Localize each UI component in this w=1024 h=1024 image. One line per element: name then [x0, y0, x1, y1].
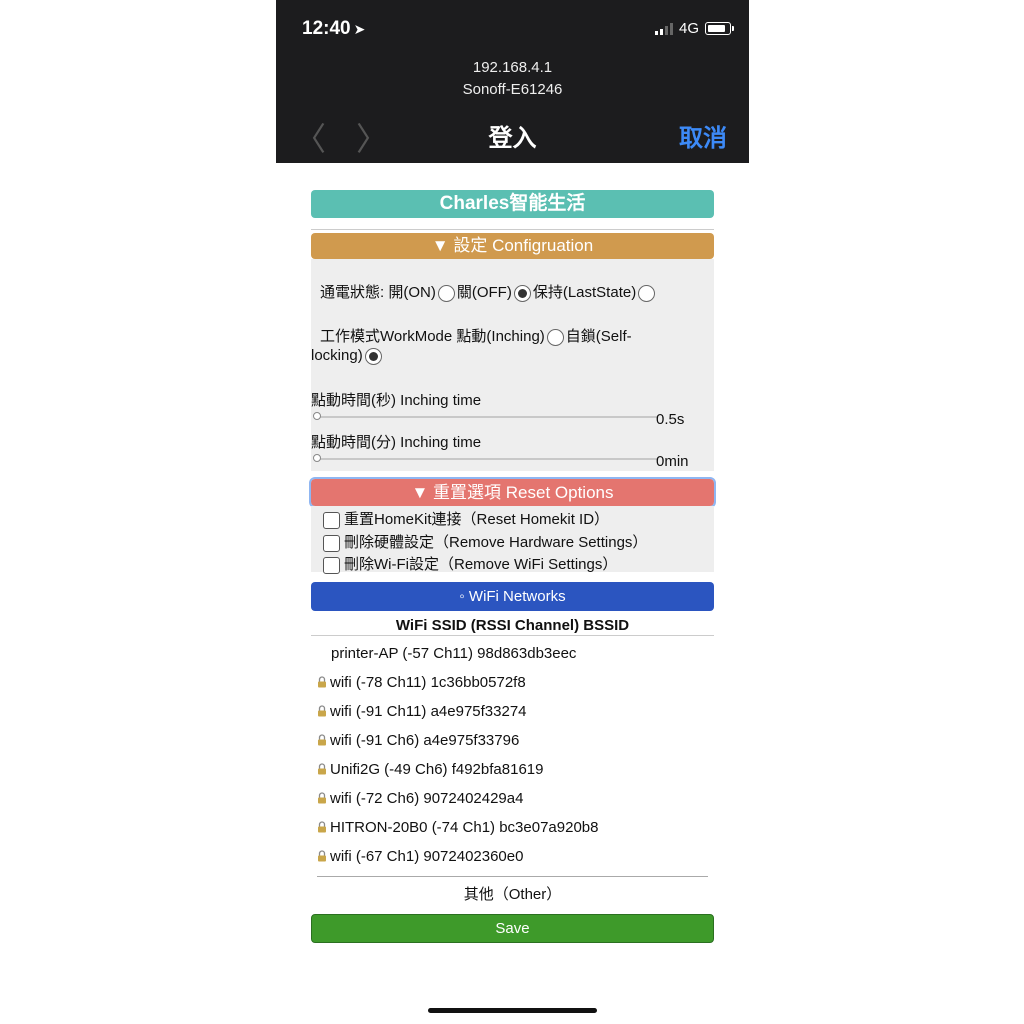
time-text: 12:40 — [302, 18, 351, 39]
lock-icon — [318, 821, 326, 833]
nav-row: 〈 〉 登入 取消 — [276, 112, 749, 157]
wifi-network-item[interactable]: wifi (-67 Ch1) 9072402360e0 — [317, 848, 523, 865]
inching-min-thumb[interactable] — [313, 454, 321, 462]
power-laststate-radio[interactable] — [638, 284, 656, 302]
power-on-label: 開(ON) — [388, 284, 436, 301]
config-header[interactable]: ▼ 設定 Configruation — [311, 233, 714, 259]
inching-min-value: 0min — [656, 453, 689, 470]
reset-header[interactable]: ▼ 重置選項 Reset Options — [309, 477, 716, 508]
wifi-network-label: wifi (-72 Ch6) 9072402429a4 — [330, 790, 524, 807]
power-off-label: 關(OFF) — [456, 284, 512, 301]
wifi-network-item[interactable]: wifi (-78 Ch11) 1c36bb0572f8 — [317, 674, 526, 691]
browser-header: 12:40 ➤ 4G 192.168.4.1 Sonoff-E61246 〈 〉 … — [276, 0, 749, 163]
power-state-label: 通電狀態: — [320, 284, 385, 301]
power-off-radio[interactable] — [513, 284, 531, 302]
wifi-network-item[interactable]: Unifi2G (-49 Ch6) f492bfa81619 — [317, 761, 543, 778]
inching-sec-thumb[interactable] — [313, 412, 321, 420]
inching-sec-value: 0.5s — [656, 411, 685, 428]
reset-wifi-checkbox[interactable] — [323, 556, 340, 574]
reset-hardware-checkbox[interactable] — [323, 534, 340, 552]
other-network-option[interactable]: 其他（Other） — [311, 883, 714, 904]
lock-icon — [318, 734, 326, 746]
power-on-radio[interactable] — [437, 284, 455, 302]
status-indicators: 4G — [654, 20, 734, 37]
lock-icon — [318, 850, 326, 862]
wifi-network-label: HITRON-20B0 (-74 Ch1) bc3e07a920b8 — [330, 819, 599, 836]
wifi-networks-button[interactable]: ◦ WiFi Networks — [311, 582, 714, 611]
wifi-network-item[interactable]: HITRON-20B0 (-74 Ch1) bc3e07a920b8 — [317, 819, 598, 836]
save-button[interactable]: Save — [311, 914, 714, 943]
wifi-network-label: wifi (-91 Ch11) a4e975f33274 — [330, 703, 527, 720]
wifi-network-label: printer-AP (-57 Ch11) 98d863db3eec — [331, 645, 577, 662]
workmode-row: 工作模式WorkMode 點動(Inching) 自鎖(Self- — [320, 325, 632, 346]
wifi-table-header: WiFi SSID (RSSI Channel) BSSID — [395, 617, 630, 634]
wifi-network-item[interactable]: wifi (-72 Ch6) 9072402429a4 — [317, 790, 523, 807]
page-title: Sonoff-E61246 — [462, 81, 563, 98]
inching-sec-slider[interactable] — [315, 416, 657, 418]
inching-min-slider[interactable] — [315, 458, 657, 460]
workmode-selflock-label-cont: locking) — [311, 347, 363, 364]
wifi-network-item[interactable]: wifi (-91 Ch11) a4e975f33274 — [317, 703, 527, 720]
reset-wifi-row[interactable]: 刪除Wi-Fi設定（Remove WiFi Settings） — [323, 553, 617, 574]
reset-hardware-row[interactable]: 刪除硬體設定（Remove Hardware Settings） — [323, 531, 647, 552]
url-host: 192.168.4.1 — [472, 59, 553, 76]
power-laststate-label: 保持(LastState) — [532, 284, 637, 301]
lock-icon — [318, 705, 326, 717]
status-time: 12:40 ➤ — [302, 18, 365, 40]
app-title: Charles智能生活 — [311, 190, 714, 218]
workmode-label: 工作模式WorkMode — [320, 328, 453, 345]
reset-hardware-label: 刪除硬體設定（Remove Hardware Settings） — [344, 534, 648, 551]
power-state-row: 通電狀態: 開(ON) 關(OFF) 保持(LastState) — [320, 281, 657, 302]
inching-min-label: 點動時間(分) Inching time — [311, 434, 482, 451]
reset-homekit-row[interactable]: 重置HomeKit連接（Reset Homekit ID） — [323, 508, 609, 529]
inching-sec-label: 點動時間(秒) Inching time — [311, 392, 482, 409]
wifi-network-label: wifi (-67 Ch1) 9072402360e0 — [330, 848, 524, 865]
reset-homekit-label: 重置HomeKit連接（Reset Homekit ID） — [344, 511, 610, 528]
wifi-network-label: wifi (-78 Ch11) 1c36bb0572f8 — [330, 674, 526, 691]
reset-homekit-checkbox[interactable] — [323, 511, 340, 529]
network-type: 4G — [678, 20, 699, 37]
signal-icon — [654, 22, 673, 35]
phone-screen: 12:40 ➤ 4G 192.168.4.1 Sonoff-E61246 〈 〉 … — [276, 0, 749, 1024]
workmode-inching-label: 點動(Inching) — [456, 328, 545, 345]
wifi-network-label: wifi (-91 Ch6) a4e975f33796 — [330, 732, 520, 749]
cancel-button[interactable]: 取消 — [679, 118, 727, 153]
reset-panel: 重置HomeKit連接（Reset Homekit ID） 刪除硬體設定（Rem… — [311, 506, 714, 574]
location-icon: ➤ — [353, 21, 366, 37]
page-content: Charles智能生活 ▼ 設定 Configruation 通電狀態: 開(O… — [309, 190, 716, 943]
workmode-selflock-radio[interactable] — [364, 347, 382, 365]
lock-icon — [318, 676, 326, 688]
wifi-network-item[interactable]: wifi (-91 Ch6) a4e975f33796 — [317, 732, 519, 749]
lock-icon — [318, 792, 326, 804]
wifi-network-item[interactable]: printer-AP (-57 Ch11) 98d863db3eec — [331, 645, 576, 662]
config-panel: 通電狀態: 開(ON) 關(OFF) 保持(LastState) 工作模式WorkM… — [311, 259, 714, 471]
lock-icon — [318, 763, 326, 775]
home-indicator[interactable] — [428, 1008, 597, 1013]
workmode-inching-radio[interactable] — [546, 328, 564, 346]
wifi-network-list: printer-AP (-57 Ch11) 98d863db3eec wifi (… — [311, 636, 714, 876]
divider — [311, 229, 714, 230]
wifi-network-label: Unifi2G (-49 Ch6) f492bfa81619 — [330, 761, 544, 778]
divider — [317, 876, 708, 877]
reset-wifi-label: 刪除Wi-Fi設定（Remove WiFi Settings） — [344, 556, 618, 573]
battery-icon — [705, 22, 734, 35]
workmode-row-2: locking) — [311, 347, 384, 365]
workmode-selflock-label: 自鎖(Self- — [565, 328, 632, 345]
